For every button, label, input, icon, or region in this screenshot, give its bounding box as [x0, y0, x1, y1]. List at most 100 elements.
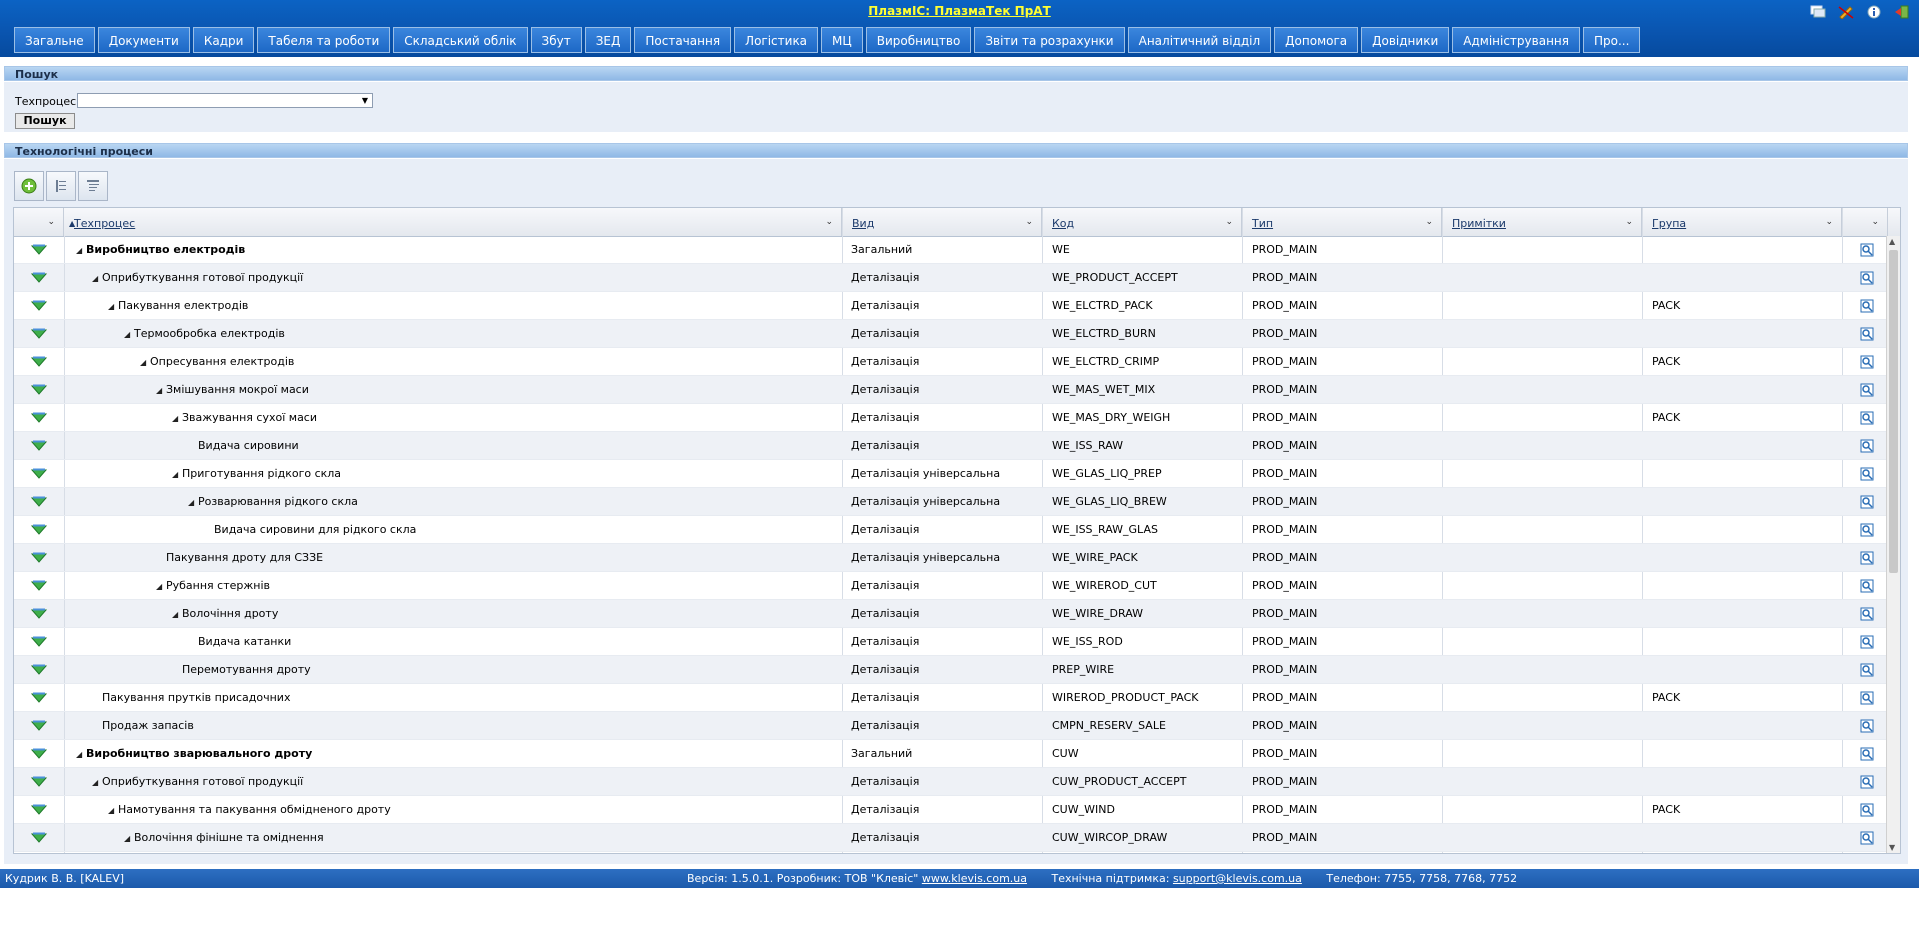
add-button[interactable] — [14, 171, 44, 201]
row-select-icon[interactable] — [14, 600, 65, 627]
expand-toggle-icon[interactable]: ◢ — [92, 265, 102, 291]
table-row[interactable]: Перемотування дроту Деталізація PREP_WIRE P… — [14, 656, 1889, 684]
table-row[interactable]: Видача сировини для рідкого скла Деталіза… — [14, 516, 1889, 544]
row-select-icon[interactable] — [14, 656, 65, 683]
exit-icon[interactable] — [1893, 4, 1911, 20]
view-details-icon[interactable] — [1847, 460, 1887, 487]
expand-toggle-icon[interactable]: ◢ — [124, 825, 134, 851]
row-select-icon[interactable] — [14, 852, 65, 853]
row-select-icon[interactable] — [14, 376, 65, 403]
view-details-icon[interactable] — [1847, 740, 1887, 767]
row-select-icon[interactable] — [14, 432, 65, 459]
table-row[interactable]: Волочіння дроту на лінії попереднього во… — [14, 852, 1889, 853]
expand-toggle-icon[interactable]: ◢ — [76, 237, 86, 263]
table-row[interactable]: ◢ Виробництво електродів Загальний WE PROD_M… — [14, 236, 1889, 264]
expand-toggle-icon[interactable]: ◢ — [140, 349, 150, 375]
row-select-icon[interactable] — [14, 488, 65, 515]
row-select-icon[interactable] — [14, 292, 65, 319]
view-details-icon[interactable] — [1847, 320, 1887, 347]
expand-toggle-icon[interactable]: ◢ — [124, 321, 134, 347]
vertical-scrollbar[interactable]: ▲ ▼ — [1886, 236, 1900, 853]
row-select-icon[interactable] — [14, 572, 65, 599]
view-details-icon[interactable] — [1847, 236, 1887, 263]
expand-toggle-icon[interactable]: ◢ — [156, 377, 166, 403]
menu-item[interactable]: Складський облік — [393, 27, 528, 53]
menu-item[interactable]: ЗЕД — [584, 27, 632, 53]
row-select-icon[interactable] — [14, 404, 65, 431]
row-select-icon[interactable] — [14, 348, 65, 375]
windows-icon[interactable] — [1809, 4, 1827, 20]
expand-toggle-icon[interactable]: ◢ — [108, 293, 118, 319]
col-header-group[interactable]: Група ⌄ — [1642, 208, 1842, 236]
menu-item[interactable]: Постачання — [634, 27, 732, 53]
col-header-code[interactable]: Код ⌄ — [1042, 208, 1242, 236]
col-header-selector[interactable]: ⌄ — [14, 208, 64, 236]
table-row[interactable]: ◢ Опресування електродів Деталізація WE_ELC… — [14, 348, 1889, 376]
view-details-icon[interactable] — [1847, 348, 1887, 375]
table-row[interactable]: ◢ Намотування та пакування обміднeного др… — [14, 796, 1889, 824]
website-link[interactable]: www.klevis.com.ua — [922, 872, 1027, 885]
chevron-down-icon[interactable]: ⌄ — [1871, 208, 1879, 236]
view-details-icon[interactable] — [1847, 264, 1887, 291]
search-button[interactable]: Пошук — [15, 113, 75, 129]
menu-item[interactable]: Допомога — [1274, 27, 1359, 53]
row-select-icon[interactable] — [14, 796, 65, 823]
scroll-up-icon[interactable]: ▲ — [1889, 237, 1895, 246]
row-select-icon[interactable] — [14, 628, 65, 655]
view-details-icon[interactable] — [1847, 824, 1887, 851]
collapse-tree-button[interactable] — [78, 171, 108, 201]
table-row[interactable]: ◢ Оприбуткування готової продукції Деталіз… — [14, 768, 1889, 796]
table-row[interactable]: Видача сировини Деталізація WE_ISS_RAW PROD… — [14, 432, 1889, 460]
table-row[interactable]: ◢ Волочіння фінішне та оміднення Деталізац… — [14, 824, 1889, 852]
chevron-down-icon[interactable]: ⌄ — [1025, 208, 1033, 236]
support-email-link[interactable]: support@klevis.com.ua — [1173, 872, 1302, 885]
view-details-icon[interactable] — [1847, 796, 1887, 823]
col-header-actions[interactable]: ⌄ — [1842, 208, 1888, 236]
view-details-icon[interactable] — [1847, 516, 1887, 543]
chevron-down-icon[interactable]: ▼ — [362, 94, 368, 108]
table-row[interactable]: ◢ Виробництво зварювального дроту Загальни… — [14, 740, 1889, 768]
view-details-icon[interactable] — [1847, 432, 1887, 459]
row-select-icon[interactable] — [14, 544, 65, 571]
view-details-icon[interactable] — [1847, 628, 1887, 655]
edit-icon[interactable] — [1837, 4, 1855, 20]
menu-item[interactable]: Виробництво — [865, 27, 972, 53]
menu-item[interactable]: Про... — [1582, 27, 1641, 53]
table-row[interactable]: Видача катанки Деталізація WE_ISS_ROD PROD_… — [14, 628, 1889, 656]
view-details-icon[interactable] — [1847, 768, 1887, 795]
table-row[interactable]: ◢ Рубання стержнів Деталізація WE_WIREROD_C… — [14, 572, 1889, 600]
col-header-notes[interactable]: Примітки ⌄ — [1442, 208, 1642, 236]
row-select-icon[interactable] — [14, 768, 65, 795]
expand-tree-button[interactable] — [46, 171, 76, 201]
chevron-down-icon[interactable]: ⌄ — [47, 208, 55, 236]
menu-item[interactable]: Логістика — [734, 27, 819, 53]
col-header-type[interactable]: Тип ⌄ — [1242, 208, 1442, 236]
table-row[interactable]: ◢ Пакування електродів Деталізація WE_ELCTR… — [14, 292, 1889, 320]
row-select-icon[interactable] — [14, 460, 65, 487]
table-row[interactable]: ◢ Розварювання рідкого скла Деталізація ун… — [14, 488, 1889, 516]
app-title[interactable]: ПлазмІС: ПлазмаТек ПрАТ — [0, 4, 1919, 18]
view-details-icon[interactable] — [1847, 292, 1887, 319]
chevron-down-icon[interactable]: ⌄ — [1225, 208, 1233, 236]
table-row[interactable]: ◢ Зважування сухої маси Деталізація WE_MAS_… — [14, 404, 1889, 432]
view-details-icon[interactable] — [1847, 488, 1887, 515]
row-select-icon[interactable] — [14, 320, 65, 347]
menu-item[interactable]: Довідники — [1361, 27, 1450, 53]
row-select-icon[interactable] — [14, 740, 65, 767]
table-row[interactable]: ◢ Термообробка електродів Деталізація WE_EL… — [14, 320, 1889, 348]
scroll-thumb[interactable] — [1889, 250, 1898, 573]
expand-toggle-icon[interactable]: ◢ — [188, 489, 198, 515]
process-select[interactable]: ▼ — [77, 93, 373, 108]
view-details-icon[interactable] — [1847, 404, 1887, 431]
menu-item[interactable]: Збут — [530, 27, 582, 53]
chevron-down-icon[interactable]: ⌄ — [1425, 208, 1433, 236]
view-details-icon[interactable] — [1847, 572, 1887, 599]
expand-toggle-icon[interactable]: ◢ — [108, 797, 118, 823]
table-row[interactable]: Продаж запасів Деталізація CMPN_RESERV_SAL… — [14, 712, 1889, 740]
expand-toggle-icon[interactable]: ◢ — [76, 741, 86, 767]
row-select-icon[interactable] — [14, 264, 65, 291]
view-details-icon[interactable] — [1847, 712, 1887, 739]
expand-toggle-icon[interactable]: ◢ — [172, 405, 182, 431]
table-row[interactable]: ◢ Приготування рідкого скла Деталізація ун… — [14, 460, 1889, 488]
row-select-icon[interactable] — [14, 712, 65, 739]
